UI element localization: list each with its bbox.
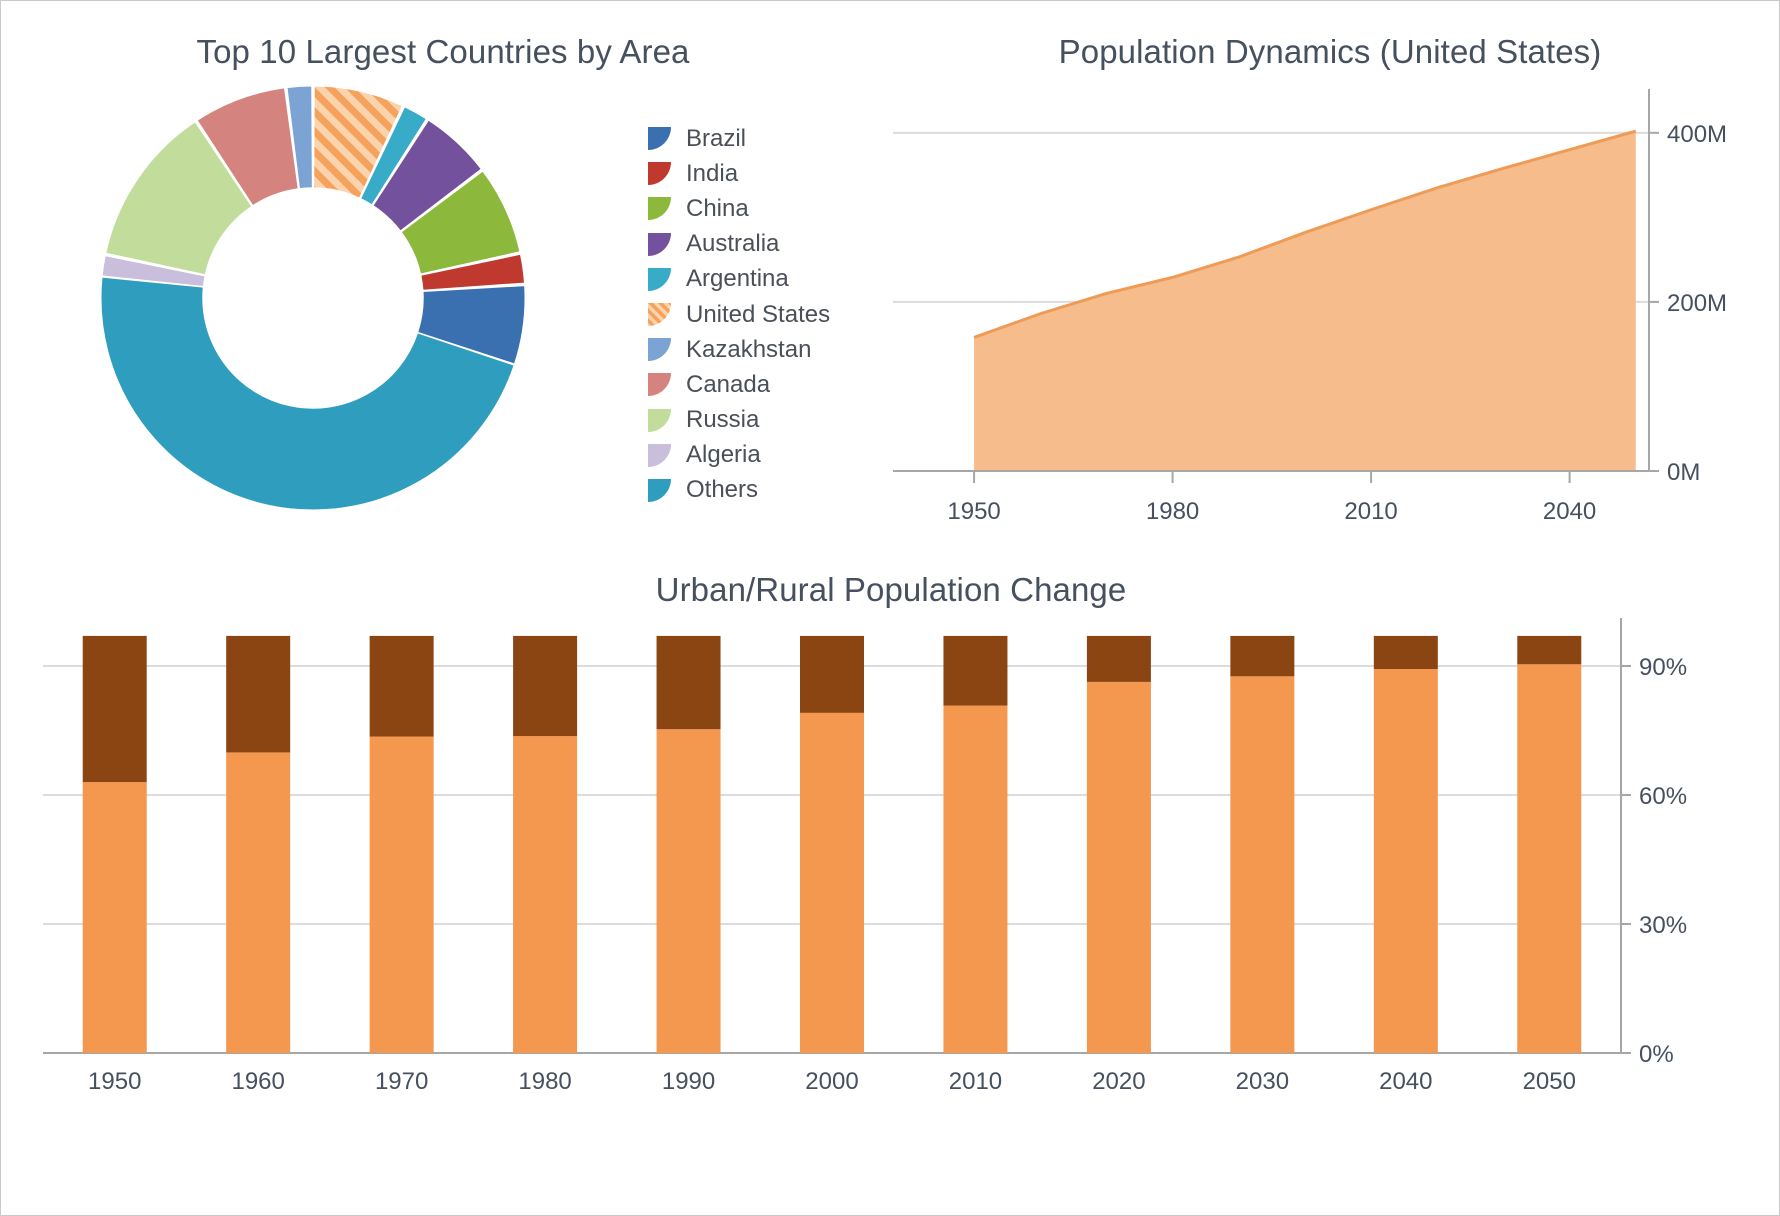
bar-segment-rural-1980[interactable] xyxy=(513,635,578,737)
bar-chart-panel: Urban/Rural Population Change 0% 30% 60% 90… xyxy=(3,561,1779,1215)
bar-x-tick-label: 1980 xyxy=(518,1068,571,1095)
bar-x-tick-label: 2050 xyxy=(1523,1068,1576,1095)
legend-item-india[interactable]: India xyxy=(648,156,878,191)
bar-segment-rural-1970[interactable] xyxy=(369,635,434,737)
bar-columns xyxy=(82,635,1582,1053)
bar-segment-urban-1950[interactable] xyxy=(82,782,147,1053)
bar-x-tick-label: 2000 xyxy=(805,1068,858,1095)
bar-x-tick-label: 2030 xyxy=(1236,1068,1289,1095)
bar-segment-rural-2010[interactable] xyxy=(943,635,1008,706)
area-y-tick-label: 200M xyxy=(1667,290,1727,317)
bar-y-tick-labels: 0% 30% 60% 90% xyxy=(1621,654,1687,1068)
legend-item-others[interactable]: Others xyxy=(648,473,878,508)
bar-y-tick-label: 60% xyxy=(1639,783,1687,810)
legend-item-label: Australia xyxy=(686,230,780,258)
legend-swatch-icon xyxy=(648,303,671,327)
bar-segment-rural-2050[interactable] xyxy=(1517,635,1582,665)
bar-segment-rural-2020[interactable] xyxy=(1086,635,1151,682)
legend-swatch-icon xyxy=(648,197,671,221)
area-y-tick-labels: 0M 200M 400M xyxy=(1649,121,1727,486)
legend-item-label: Canada xyxy=(686,370,771,398)
bar-segment-urban-1990[interactable] xyxy=(656,729,721,1053)
legend-item-label: Kazakhstan xyxy=(686,335,812,363)
donut-chart-panel: Top 10 Largest Countries by Area Brazil I… xyxy=(3,3,883,583)
legend-item-algeria[interactable]: Algeria xyxy=(648,438,878,473)
legend-swatch-icon xyxy=(648,408,671,432)
legend-item-canada[interactable]: Canada xyxy=(648,367,878,402)
bar-segment-rural-1990[interactable] xyxy=(656,635,721,730)
area-y-tick-label: 0M xyxy=(1667,459,1700,486)
donut-svg xyxy=(100,85,526,511)
legend-item-label: China xyxy=(686,194,749,222)
bar-x-tick-label: 1970 xyxy=(375,1068,428,1095)
bar-y-tick-label: 90% xyxy=(1639,654,1687,681)
legend-item-brazil[interactable]: Brazil xyxy=(648,121,878,156)
donut-chart-title: Top 10 Largest Countries by Area xyxy=(196,33,690,70)
bar-x-tick-label: 2040 xyxy=(1379,1068,1432,1095)
bar-segment-urban-2000[interactable] xyxy=(800,712,864,1053)
area-y-tick-label: 400M xyxy=(1667,121,1727,148)
bar-x-tick-label: 1990 xyxy=(662,1068,715,1095)
legend-item-china[interactable]: China xyxy=(648,191,878,226)
legend-swatch-icon xyxy=(648,162,671,186)
legend-item-label: Brazil xyxy=(686,124,747,152)
bar-chart-title: Urban/Rural Population Change xyxy=(655,571,1127,608)
bar-segment-urban-2010[interactable] xyxy=(943,705,1008,1053)
legend-swatch-icon xyxy=(648,373,671,397)
legend-swatch-icon xyxy=(648,127,671,151)
bar-x-tick-label: 2010 xyxy=(949,1068,1002,1095)
bar-x-tick-label: 1960 xyxy=(231,1068,284,1095)
bar-segment-rural-2000[interactable] xyxy=(800,635,864,713)
donut-legend: Brazil India China Australia Argentina United… xyxy=(648,121,878,508)
bar-segment-urban-2050[interactable] xyxy=(1517,664,1582,1053)
legend-swatch-icon xyxy=(648,478,671,502)
bar-segment-rural-1950[interactable] xyxy=(82,635,147,783)
legend-item-russia[interactable]: Russia xyxy=(648,403,878,438)
bar-segment-urban-2030[interactable] xyxy=(1230,676,1295,1053)
area-x-tick-labels: 1950 1980 2010 2040 xyxy=(947,471,1596,525)
bar-x-tick-labels: 1950 1960 1970 1980 1990 2000 2010 2020 2030 2040… xyxy=(88,1068,1576,1095)
bar-segment-urban-1980[interactable] xyxy=(513,736,578,1053)
bar-segment-rural-1960[interactable] xyxy=(226,635,291,753)
bar-segment-rural-2040[interactable] xyxy=(1373,635,1438,670)
legend-swatch-icon xyxy=(648,443,671,467)
legend-item-label: United States xyxy=(686,300,831,328)
legend-item-label: Argentina xyxy=(686,265,789,293)
dashboard-page: Top 10 Largest Countries by Area Brazil I… xyxy=(0,0,1780,1216)
bar-svg: 0% 30% 60% 90% 1950 1960 1970 1980 1990 2000 2010… xyxy=(43,618,1687,1095)
legend-item-kazakhstan[interactable]: Kazakhstan xyxy=(648,332,878,367)
donut-chart[interactable] xyxy=(63,83,563,513)
bar-chart[interactable]: 0% 30% 60% 90% 1950 1960 1970 1980 1990 2000 2010… xyxy=(3,613,1779,1213)
area-x-tick-label: 1950 xyxy=(947,498,1000,525)
area-x-tick-label: 2040 xyxy=(1543,498,1596,525)
bar-x-tick-label: 2020 xyxy=(1092,1068,1145,1095)
legend-swatch-icon xyxy=(648,267,671,291)
bar-segment-urban-2040[interactable] xyxy=(1373,669,1438,1053)
legend-swatch-icon xyxy=(648,232,671,256)
bar-segment-urban-1960[interactable] xyxy=(226,752,291,1053)
legend-item-argentina[interactable]: Argentina xyxy=(648,262,878,297)
legend-item-label: Algeria xyxy=(686,441,761,469)
legend-item-label: Others xyxy=(686,476,759,504)
donut-slice-group xyxy=(100,85,526,511)
legend-item-united-states[interactable]: United States xyxy=(648,297,878,332)
area-x-tick-label: 2010 xyxy=(1344,498,1397,525)
area-chart-panel: Population Dynamics (United States) 0M 20… xyxy=(881,3,1779,583)
bar-segment-urban-1970[interactable] xyxy=(369,736,434,1053)
bar-y-tick-label: 30% xyxy=(1639,912,1687,939)
area-chart[interactable]: 0M 200M 400M 1950 1980 2010 2040 xyxy=(881,81,1779,551)
legend-item-label: Russia xyxy=(686,406,760,434)
bar-x-tick-label: 1950 xyxy=(88,1068,141,1095)
bar-y-tick-label: 0% xyxy=(1639,1041,1674,1068)
area-chart-title: Population Dynamics (United States) xyxy=(1058,33,1602,70)
legend-swatch-icon xyxy=(648,338,671,362)
bar-segment-rural-2030[interactable] xyxy=(1230,635,1295,677)
area-svg: 0M 200M 400M 1950 1980 2010 2040 xyxy=(893,89,1727,525)
area-x-tick-label: 1980 xyxy=(1146,498,1199,525)
legend-item-australia[interactable]: Australia xyxy=(648,227,878,262)
bar-segment-urban-2020[interactable] xyxy=(1086,681,1151,1053)
legend-item-label: India xyxy=(686,159,739,187)
